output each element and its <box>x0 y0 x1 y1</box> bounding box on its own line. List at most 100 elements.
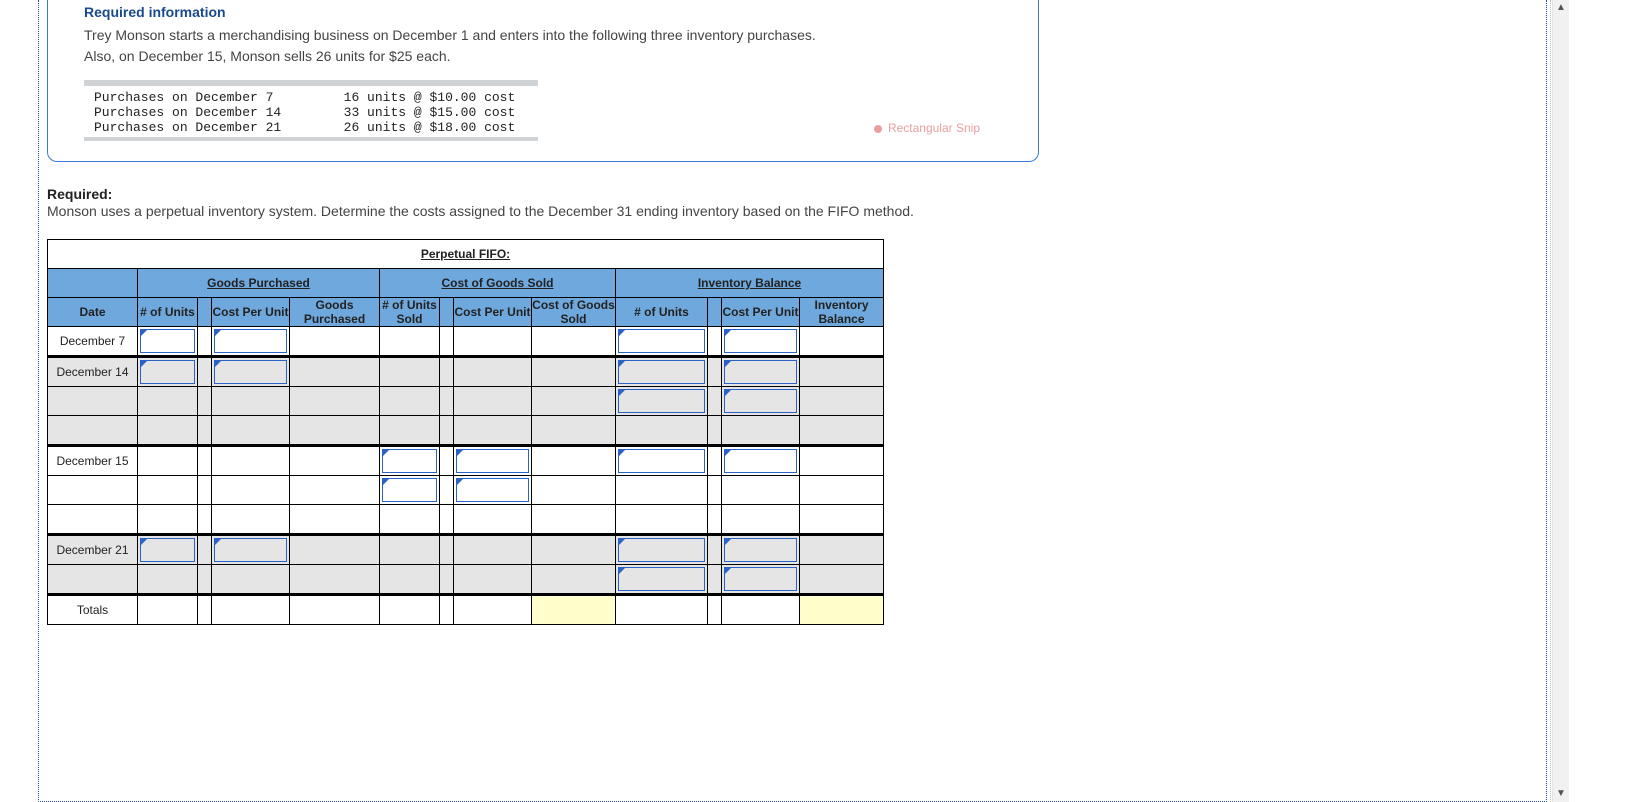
cell <box>290 594 380 624</box>
row-label: December 21 <box>48 534 138 564</box>
inv-total-cell <box>800 564 884 594</box>
cell <box>440 504 454 534</box>
scroll-down-icon[interactable]: ▼ <box>1553 786 1569 802</box>
cell <box>380 386 440 415</box>
cell <box>212 504 290 534</box>
cell <box>440 386 454 415</box>
head-date: Date <box>48 297 138 326</box>
inv-total-cell <box>800 534 884 564</box>
cell <box>708 415 722 445</box>
cell <box>440 534 454 564</box>
info-paragraph-1: Trey Monson starts a merchandising busin… <box>84 26 1010 45</box>
inv-units-input[interactable] <box>616 326 708 356</box>
cell <box>532 534 616 564</box>
inv-total-cell <box>800 445 884 475</box>
gp-units-input[interactable] <box>138 326 198 356</box>
scroll-up-icon[interactable]: ▲ <box>1553 0 1569 16</box>
inv-cost-input[interactable] <box>722 534 800 564</box>
cell <box>138 564 198 594</box>
gp-cost-input[interactable] <box>212 356 290 386</box>
cell <box>198 504 212 534</box>
head-inv-cost: Cost Per Unit <box>722 297 800 326</box>
cell <box>532 415 616 445</box>
inv-units-input[interactable] <box>616 445 708 475</box>
inv-units-input[interactable] <box>616 386 708 415</box>
head-gp-cost: Cost Per Unit <box>212 297 290 326</box>
cell <box>198 386 212 415</box>
page: ▲ ▼ Required information Trey Monson sta… <box>0 0 1629 802</box>
title-row: Perpetual FIFO: <box>48 239 884 268</box>
info-heading: Required information <box>84 4 1010 20</box>
inv-total-cell <box>800 475 884 504</box>
cell <box>138 386 198 415</box>
cell <box>290 386 380 415</box>
cell <box>380 564 440 594</box>
cell <box>722 475 800 504</box>
cogs-units-input[interactable] <box>380 445 440 475</box>
cell <box>138 504 198 534</box>
table-title: Perpetual FIFO: <box>48 239 884 268</box>
inv-cost-input[interactable] <box>722 564 800 594</box>
group-inventory: Inventory Balance <box>616 268 884 297</box>
cell <box>380 594 440 624</box>
cell <box>198 415 212 445</box>
gp-units-input[interactable] <box>138 356 198 386</box>
cell <box>708 475 722 504</box>
gp-units-input[interactable] <box>138 534 198 564</box>
cell <box>138 415 198 445</box>
inv-cost-input[interactable] <box>722 386 800 415</box>
cell <box>440 594 454 624</box>
purchases-text: Purchases on December 7 16 units @ $10.0… <box>84 86 1010 135</box>
head-at <box>198 297 212 326</box>
cell <box>454 504 532 534</box>
inv-total-cell <box>800 504 884 534</box>
row-label: December 7 <box>48 326 138 356</box>
scrollbar-track[interactable] <box>1553 16 1569 786</box>
at-cell <box>198 356 212 386</box>
at-cell <box>708 356 722 386</box>
inv-total-cell <box>800 326 884 356</box>
inv-units-input[interactable] <box>616 534 708 564</box>
cell <box>454 386 532 415</box>
head-at <box>440 297 454 326</box>
cell <box>290 564 380 594</box>
required-label: Required: <box>47 186 1207 202</box>
row-dec14-a: December 14 <box>48 356 884 386</box>
cell <box>440 326 454 356</box>
purchases-block: Purchases on December 7 16 units @ $10.0… <box>84 80 1010 141</box>
cogs-cost-input[interactable] <box>454 445 532 475</box>
inv-cost-input[interactable] <box>722 356 800 386</box>
cell <box>532 326 616 356</box>
group-goods-purchased: Goods Purchased <box>138 268 380 297</box>
cell <box>440 415 454 445</box>
blank-header <box>48 268 138 297</box>
cogs-units-input[interactable] <box>380 475 440 504</box>
inv-units-input[interactable] <box>616 356 708 386</box>
cogs-cost-input[interactable] <box>454 475 532 504</box>
inv-units-input[interactable] <box>616 564 708 594</box>
inv-cost-input[interactable] <box>722 445 800 475</box>
gp-cost-input[interactable] <box>212 326 290 356</box>
required-text: Monson uses a perpetual inventory system… <box>47 202 1207 221</box>
head-inv-total: Inventory Balance <box>800 297 884 326</box>
cell <box>212 594 290 624</box>
vertical-scrollbar[interactable]: ▲ ▼ <box>1552 0 1569 802</box>
gp-cost-input[interactable] <box>212 534 290 564</box>
cell <box>440 564 454 594</box>
required-information-box: Required information Trey Monson starts … <box>47 0 1039 162</box>
row-label: December 14 <box>48 356 138 386</box>
at-cell <box>198 534 212 564</box>
cell <box>440 356 454 386</box>
at-cell <box>708 564 722 594</box>
gp-total-cell <box>290 534 380 564</box>
snip-watermark: Rectangular Snip <box>874 121 980 135</box>
cell <box>290 475 380 504</box>
inv-cost-input[interactable] <box>722 326 800 356</box>
inv-total-output <box>800 594 884 624</box>
row-dec14-c <box>48 415 884 445</box>
cell <box>532 386 616 415</box>
cell <box>212 415 290 445</box>
cell <box>380 534 440 564</box>
right-dotted-line <box>1550 0 1551 802</box>
head-at <box>708 297 722 326</box>
